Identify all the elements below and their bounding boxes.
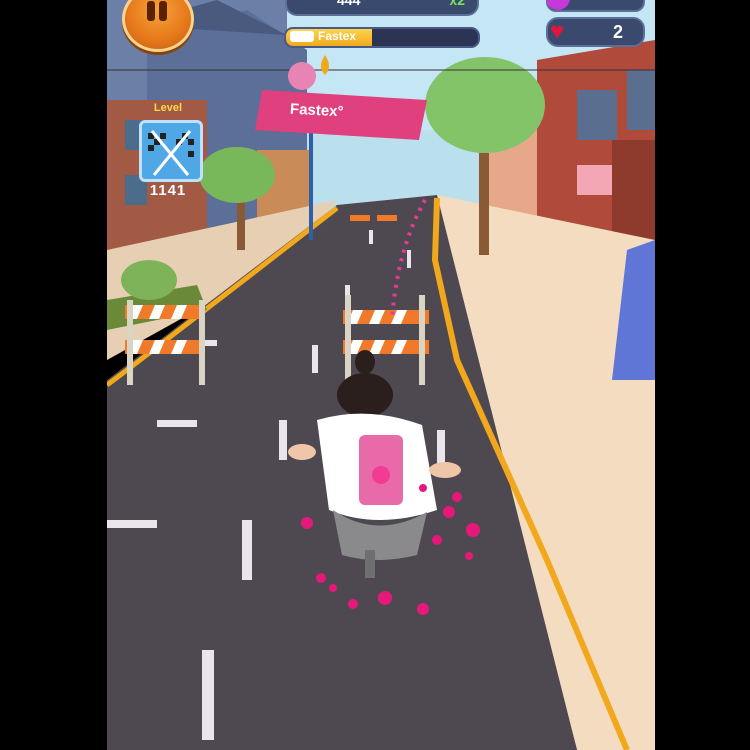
gem-counter [546, 0, 645, 12]
score-pill: 444 x2 [285, 0, 479, 16]
lives-counter: ♥ 2 [546, 17, 645, 47]
lamp-post [309, 120, 313, 240]
tree-trunk [479, 140, 489, 255]
pause-icon [147, 1, 155, 21]
window [627, 70, 655, 130]
banner-text: Fastex° [289, 100, 344, 121]
heart-icon: ♥ [550, 18, 565, 45]
lives-value: 2 [612, 22, 623, 42]
run-progress-bar: Fastex [284, 27, 480, 48]
tree-canopy [425, 57, 545, 153]
awning [577, 165, 613, 195]
balloon [288, 62, 316, 90]
checkered-flags-icon [139, 120, 203, 182]
gem-icon [546, 0, 570, 10]
level-number: 1141 [149, 182, 187, 199]
score-value: 444 [337, 0, 361, 8]
window [577, 90, 617, 140]
progress-label: Fastex [318, 29, 357, 43]
multiplier-badge: x2 [449, 0, 465, 8]
level-title: Level [153, 102, 183, 114]
level-card: Level 1141 [133, 98, 203, 202]
checker-icon [290, 31, 314, 42]
tree-canopy [199, 147, 275, 203]
bush [121, 260, 177, 300]
